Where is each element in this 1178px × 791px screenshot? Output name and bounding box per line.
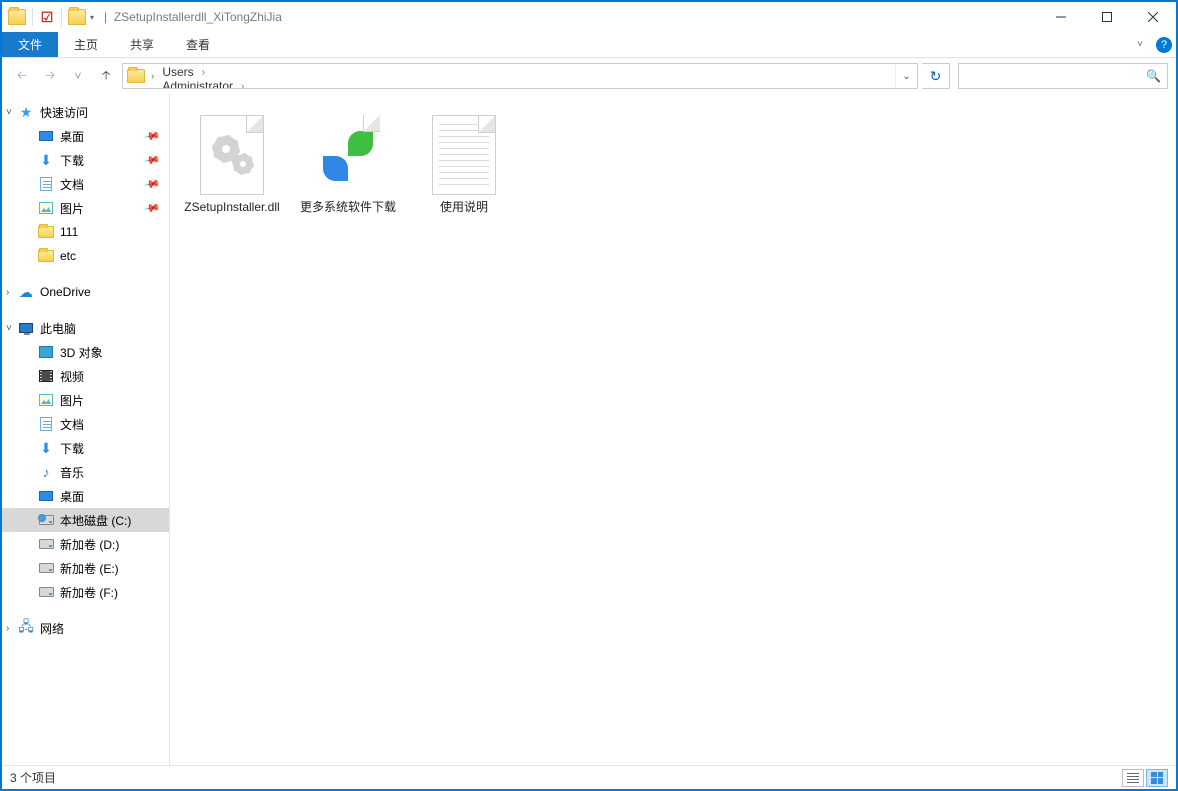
properties-icon[interactable]: ☑ xyxy=(39,9,55,25)
onedrive-icon: ☁ xyxy=(18,284,34,300)
minimize-button[interactable] xyxy=(1038,2,1084,32)
sidebar-item[interactable]: 图片 xyxy=(2,388,169,412)
sidebar-onedrive[interactable]: › ☁ OneDrive xyxy=(2,280,169,304)
file-item[interactable]: 使用说明 xyxy=(410,106,518,234)
sidebar-item[interactable]: ⬇下载📌 xyxy=(2,148,169,172)
download-icon: ⬇ xyxy=(40,152,52,169)
sidebar-this-pc[interactable]: ˅ 此电脑 xyxy=(2,316,169,340)
folder-icon xyxy=(38,226,54,238)
sidebar-item[interactable]: 图片📌 xyxy=(2,196,169,220)
forward-button[interactable]: 🡢 xyxy=(38,64,62,88)
sidebar-item[interactable]: 新加卷 (E:) xyxy=(2,556,169,580)
file-thumbnail xyxy=(312,110,384,200)
title-bar: ☑ ▾ | ZSetupInstallerdll_XiTongZhiJia xyxy=(2,2,1176,32)
sidebar-quick-access[interactable]: ˅ ★ 快速访问 xyxy=(2,100,169,124)
document-icon xyxy=(40,417,52,431)
status-bar: 3 个项目 xyxy=(2,765,1176,789)
music-icon: ♪ xyxy=(43,464,50,480)
file-item[interactable]: 更多系统软件下载 xyxy=(294,106,402,234)
pc-icon xyxy=(19,323,33,333)
breadcrumb-segment[interactable]: Administrator xyxy=(156,79,239,89)
sidebar-item[interactable]: 新加卷 (F:) xyxy=(2,580,169,604)
ribbon-tabs: 文件 主页 共享 查看 ˅ ? xyxy=(2,32,1176,58)
navigation-pane: ˅ ★ 快速访问 桌面📌⬇下载📌文档📌图片📌111etc › ☁ OneDriv… xyxy=(2,94,170,765)
sidebar-item[interactable]: 111 xyxy=(2,220,169,244)
drive-icon xyxy=(39,563,54,573)
qat-dropdown-icon[interactable]: ▾ xyxy=(88,13,96,22)
sidebar-item[interactable]: 视频 xyxy=(2,364,169,388)
folder-icon xyxy=(8,9,26,25)
chevron-right-icon[interactable]: › xyxy=(239,81,246,90)
expand-icon[interactable]: › xyxy=(6,287,9,298)
desktop-icon xyxy=(39,131,53,141)
breadcrumb-segment[interactable]: Users xyxy=(156,65,199,79)
document-icon xyxy=(40,177,52,191)
address-dropdown-icon[interactable]: ⌄ xyxy=(895,64,917,88)
tab-view[interactable]: 查看 xyxy=(170,32,226,57)
pin-icon: 📌 xyxy=(143,199,162,218)
view-details-button[interactable] xyxy=(1122,769,1144,787)
window-title: | ZSetupInstallerdll_XiTongZhiJia xyxy=(104,10,282,24)
address-bar[interactable]: › 此电脑›本地磁盘 (C:)›Users›Administrator›Desk… xyxy=(122,63,918,89)
navigation-bar: 🡠 🡢 ˅ 🡡 › 此电脑›本地磁盘 (C:)›Users›Administra… xyxy=(2,58,1176,94)
expand-icon[interactable]: ˅ xyxy=(6,107,12,118)
drive-icon xyxy=(39,515,54,525)
tab-share[interactable]: 共享 xyxy=(114,32,170,57)
chevron-right-icon[interactable]: › xyxy=(200,67,207,78)
file-list[interactable]: ZSetupInstaller.dll 更多系统软件下载 使用说明 xyxy=(170,94,1176,765)
file-name-label: ZSetupInstaller.dll xyxy=(184,200,279,215)
pin-icon: 📌 xyxy=(143,127,162,146)
sidebar-item[interactable]: 桌面📌 xyxy=(2,124,169,148)
file-name-label: 使用说明 xyxy=(440,200,488,215)
expand-icon[interactable]: › xyxy=(6,623,9,634)
sidebar-item[interactable]: 文档📌 xyxy=(2,172,169,196)
folder-icon xyxy=(38,250,54,262)
expand-icon[interactable]: ˅ xyxy=(6,323,12,334)
tab-home[interactable]: 主页 xyxy=(58,32,114,57)
view-large-icons-button[interactable] xyxy=(1146,769,1168,787)
sidebar-item[interactable]: 新加卷 (D:) xyxy=(2,532,169,556)
status-item-count: 3 个项目 xyxy=(10,769,56,786)
help-button[interactable]: ? xyxy=(1152,32,1176,57)
drive-icon xyxy=(39,539,54,549)
network-icon: 🖧 xyxy=(18,620,34,636)
ribbon-collapse-icon[interactable]: ˅ xyxy=(1128,32,1152,57)
search-input[interactable]: 🔍 xyxy=(958,63,1168,89)
open-folder-icon[interactable] xyxy=(68,9,86,25)
maximize-button[interactable] xyxy=(1084,2,1130,32)
file-thumbnail xyxy=(428,110,500,200)
quick-access-icon: ★ xyxy=(18,104,34,120)
sidebar-network[interactable]: › 🖧 网络 xyxy=(2,616,169,640)
recent-locations-icon[interactable]: ˅ xyxy=(66,64,90,88)
desktop-icon xyxy=(39,491,53,501)
sidebar-item[interactable]: ♪音乐 xyxy=(2,460,169,484)
sidebar-item[interactable]: 文档 xyxy=(2,412,169,436)
back-button[interactable]: 🡠 xyxy=(10,64,34,88)
sidebar-item[interactable]: etc xyxy=(2,244,169,268)
file-item[interactable]: ZSetupInstaller.dll xyxy=(178,106,286,234)
file-name-label: 更多系统软件下载 xyxy=(300,200,396,215)
download-icon: ⬇ xyxy=(40,440,52,457)
up-button[interactable]: 🡡 xyxy=(94,64,118,88)
refresh-button[interactable]: ↻ xyxy=(922,63,950,89)
close-button[interactable] xyxy=(1130,2,1176,32)
file-tab[interactable]: 文件 xyxy=(2,32,58,57)
sidebar-item[interactable]: ⬇下载 xyxy=(2,436,169,460)
pin-icon: 📌 xyxy=(143,151,162,170)
file-thumbnail xyxy=(196,110,268,200)
sidebar-item[interactable]: 桌面 xyxy=(2,484,169,508)
folder-icon xyxy=(127,69,145,83)
sidebar-item[interactable]: 3D 对象 xyxy=(2,340,169,364)
pin-icon: 📌 xyxy=(143,175,162,194)
video-icon xyxy=(39,370,53,382)
3d-objects-icon xyxy=(39,346,53,358)
sidebar-item[interactable]: 本地磁盘 (C:) xyxy=(2,508,169,532)
chevron-right-icon[interactable]: › xyxy=(149,71,156,82)
picture-icon xyxy=(39,394,53,406)
search-icon: 🔍 xyxy=(1146,69,1161,83)
picture-icon xyxy=(39,202,53,214)
quick-access-toolbar: ☑ ▾ xyxy=(2,8,96,26)
drive-icon xyxy=(39,587,54,597)
